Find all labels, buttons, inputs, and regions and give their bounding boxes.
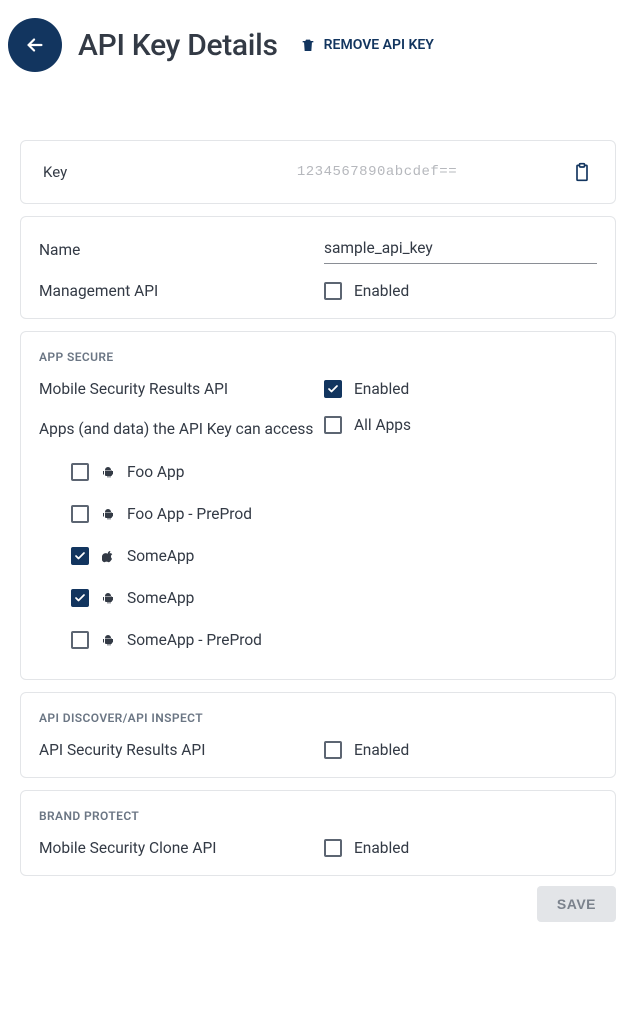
api-discover-heading: API DISCOVER/API INSPECT <box>39 711 597 725</box>
app-checkbox[interactable] <box>71 547 89 565</box>
clipboard-icon <box>572 162 592 182</box>
app-item: Foo App <box>71 463 597 481</box>
app-name-label: Foo App - PreProd <box>127 505 252 523</box>
app-name-label: Foo App <box>127 463 184 481</box>
mobile-security-results-checkbox[interactable] <box>324 380 342 398</box>
app-item: Foo App - PreProd <box>71 505 597 523</box>
key-label: Key <box>43 163 183 181</box>
api-security-results-checkbox-label: Enabled <box>354 741 409 759</box>
mobile-security-clone-checkbox[interactable] <box>324 839 342 857</box>
app-checkbox[interactable] <box>71 463 89 481</box>
trash-icon <box>300 37 316 53</box>
name-label: Name <box>39 241 324 259</box>
management-api-checkbox-label: Enabled <box>354 282 409 300</box>
management-api-label: Management API <box>39 282 324 300</box>
name-input[interactable] <box>324 235 597 264</box>
remove-api-key-button[interactable]: REMOVE API KEY <box>300 37 434 53</box>
app-list: Foo App Foo App - PreProd SomeApp SomeApp So… <box>39 463 597 661</box>
android-icon <box>101 465 115 479</box>
app-name-label: SomeApp <box>127 547 194 565</box>
app-name-label: SomeApp <box>127 589 194 607</box>
api-security-results-label: API Security Results API <box>39 741 324 759</box>
app-item: SomeApp <box>71 589 597 607</box>
app-checkbox[interactable] <box>71 631 89 649</box>
mobile-security-clone-checkbox-label: Enabled <box>354 839 409 857</box>
management-api-checkbox[interactable] <box>324 282 342 300</box>
api-security-results-checkbox[interactable] <box>324 741 342 759</box>
all-apps-checkbox-label: All Apps <box>354 416 411 434</box>
app-secure-heading: APP SECURE <box>39 350 597 364</box>
remove-api-key-label: REMOVE API KEY <box>324 37 434 53</box>
app-item: SomeApp <box>71 547 597 565</box>
android-icon <box>101 507 115 521</box>
save-button[interactable]: SAVE <box>537 886 616 922</box>
app-checkbox[interactable] <box>71 505 89 523</box>
page-title: API Key Details <box>78 28 278 63</box>
name-management-card: Name Management API Enabled <box>20 216 616 319</box>
android-icon <box>101 633 115 647</box>
brand-protect-heading: BRAND PROTECT <box>39 809 597 823</box>
app-name-label: SomeApp - PreProd <box>127 631 262 649</box>
api-discover-card: API DISCOVER/API INSPECT API Security Re… <box>20 692 616 778</box>
mobile-security-results-checkbox-label: Enabled <box>354 380 409 398</box>
apps-access-label: Apps (and data) the API Key can access <box>39 416 324 441</box>
arrow-left-icon <box>24 34 46 56</box>
mobile-security-results-label: Mobile Security Results API <box>39 380 324 398</box>
key-value: 1234567890abcdef== <box>183 164 571 180</box>
all-apps-checkbox[interactable] <box>324 416 342 434</box>
app-item: SomeApp - PreProd <box>71 631 597 649</box>
mobile-security-clone-label: Mobile Security Clone API <box>39 839 324 857</box>
page-header: API Key Details REMOVE API KEY <box>0 0 636 90</box>
app-checkbox[interactable] <box>71 589 89 607</box>
back-button[interactable] <box>8 18 62 72</box>
android-icon <box>101 591 115 605</box>
brand-protect-card: BRAND PROTECT Mobile Security Clone API … <box>20 790 616 876</box>
copy-key-button[interactable] <box>571 161 593 183</box>
key-card: Key 1234567890abcdef== <box>20 140 616 204</box>
apple-icon <box>101 549 115 563</box>
app-secure-card: APP SECURE Mobile Security Results API E… <box>20 331 616 680</box>
